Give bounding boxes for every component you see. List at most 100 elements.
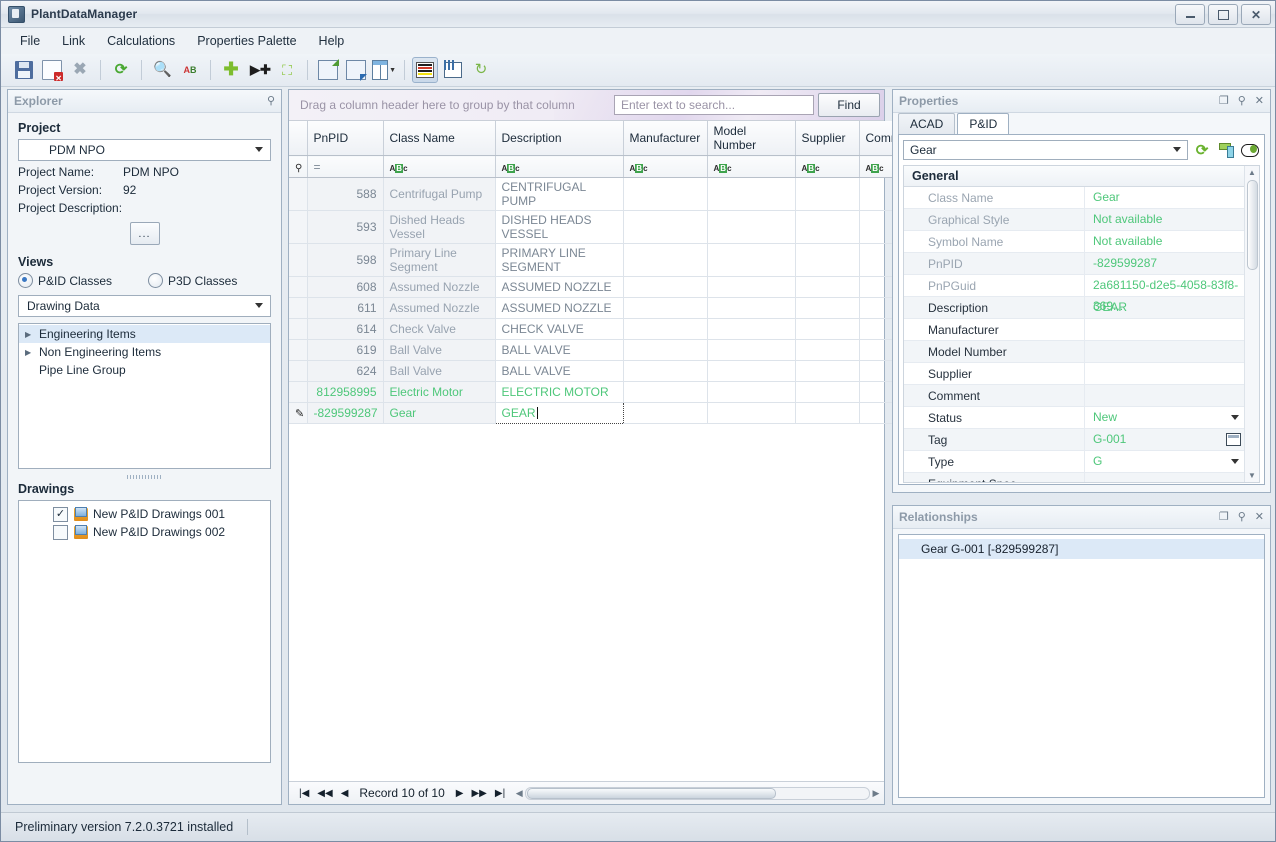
- cell-supplier[interactable]: [795, 402, 860, 424]
- column-header-description[interactable]: Description: [495, 121, 624, 156]
- table-row[interactable]: 593 Dished Heads Vessel DISHED HEADS VES…: [289, 210, 905, 244]
- import-properties-button[interactable]: [1216, 140, 1236, 160]
- minimize-button[interactable]: [1175, 4, 1205, 25]
- project-description-ellipsis-button[interactable]: ...: [129, 222, 160, 245]
- history-button[interactable]: ↻: [468, 57, 494, 83]
- restore-icon[interactable]: ❐: [1219, 511, 1229, 523]
- filter-manufacturer[interactable]: ABc: [623, 155, 708, 178]
- horizontal-scrollbar[interactable]: ◀ ▶: [513, 786, 882, 801]
- table-row[interactable]: ✎ -829599287 Gear GEAR: [289, 402, 905, 424]
- cell-supplier[interactable]: [795, 360, 860, 382]
- table-row[interactable]: 598 Primary Line Segment PRIMARY LINE SE…: [289, 243, 905, 277]
- last-record-button[interactable]: ▶|: [495, 788, 505, 799]
- property-row-comment[interactable]: Comment: [904, 385, 1259, 407]
- cell-description[interactable]: BALL VALVE: [495, 339, 624, 361]
- project-combo[interactable]: PDM NPO: [18, 139, 271, 161]
- property-row-model-number[interactable]: Model Number: [904, 341, 1259, 363]
- cell-pnpid[interactable]: 614: [307, 318, 384, 340]
- property-value[interactable]: 2a681150-d2e5-4058-83f8-369...: [1084, 275, 1259, 313]
- add-button[interactable]: ✚: [218, 57, 244, 83]
- cell-manufacturer[interactable]: [623, 318, 708, 340]
- cancel-button[interactable]: ✖: [67, 57, 93, 83]
- cell-manufacturer[interactable]: [623, 210, 708, 244]
- drawing-checkbox[interactable]: ✓: [53, 506, 68, 522]
- filter-pnpid[interactable]: =: [307, 155, 384, 178]
- menu-link[interactable]: Link: [51, 30, 96, 52]
- cell-class-name[interactable]: Dished Heads Vessel: [383, 210, 496, 244]
- property-value[interactable]: -829599287: [1084, 253, 1259, 274]
- cell-model-number[interactable]: [707, 381, 796, 403]
- cell-class-name[interactable]: Ball Valve: [383, 339, 496, 361]
- close-icon[interactable]: ✕: [1255, 511, 1264, 523]
- tree-item-non-engineering-items[interactable]: ▶ Non Engineering Items: [19, 343, 270, 361]
- scroll-left-arrow-icon[interactable]: ◀: [513, 788, 525, 799]
- cell-class-name[interactable]: Centrifugal Pump: [383, 177, 496, 211]
- class-combo[interactable]: Gear: [903, 140, 1188, 160]
- property-value-status[interactable]: New: [1084, 407, 1259, 428]
- radio-p3d-classes[interactable]: P3D Classes: [148, 273, 237, 288]
- cell-supplier[interactable]: [795, 177, 860, 211]
- save-button[interactable]: [11, 57, 37, 83]
- menu-file[interactable]: File: [9, 30, 51, 52]
- next-page-button[interactable]: ▶▶: [471, 788, 486, 799]
- scroll-thumb[interactable]: [527, 787, 776, 799]
- first-record-button[interactable]: |◀: [299, 788, 309, 799]
- property-value[interactable]: [1084, 473, 1259, 482]
- cell-supplier[interactable]: [795, 276, 860, 298]
- filter-icon[interactable]: ⚲: [295, 163, 302, 174]
- next-record-button[interactable]: ▶: [456, 788, 464, 799]
- cell-model-number[interactable]: [707, 318, 796, 340]
- cell-supplier[interactable]: [795, 297, 860, 319]
- property-row-description[interactable]: Description GEAR: [904, 297, 1259, 319]
- property-row-equipment-spec[interactable]: Equipment Spec: [904, 473, 1259, 482]
- cell-class-name[interactable]: Primary Line Segment: [383, 243, 496, 277]
- property-value[interactable]: [1084, 319, 1259, 340]
- refresh-properties-button[interactable]: ⟳: [1192, 140, 1212, 160]
- tree-item-pipe-line-group[interactable]: Pipe Line Group: [19, 361, 270, 379]
- scroll-right-arrow-icon[interactable]: ▶: [870, 788, 882, 799]
- property-row-manufacturer[interactable]: Manufacturer: [904, 319, 1259, 341]
- cell-supplier[interactable]: [795, 318, 860, 340]
- scroll-down-arrow-icon[interactable]: ▼: [1245, 469, 1259, 482]
- cell-description[interactable]: BALL VALVE: [495, 360, 624, 382]
- cell-manufacturer[interactable]: [623, 381, 708, 403]
- scatter-button[interactable]: ⛶: [274, 57, 300, 83]
- table-layout-button[interactable]: ▼: [371, 57, 397, 83]
- prev-page-button[interactable]: ◀◀: [317, 788, 332, 799]
- maximize-button[interactable]: [1208, 4, 1238, 25]
- cell-pnpid[interactable]: 619: [307, 339, 384, 361]
- column-header-class-name[interactable]: Class Name: [383, 121, 496, 156]
- column-header-manufacturer[interactable]: Manufacturer: [623, 121, 708, 156]
- chevron-down-icon[interactable]: [1231, 415, 1239, 420]
- cell-class-name[interactable]: Gear: [383, 402, 496, 424]
- scroll-up-arrow-icon[interactable]: ▲: [1245, 166, 1259, 179]
- cell-class-name[interactable]: Electric Motor: [383, 381, 496, 403]
- refresh-button[interactable]: ⟳: [108, 57, 134, 83]
- group-by-dropzone[interactable]: Drag a column header here to group by th…: [293, 98, 614, 112]
- menu-properties-palette[interactable]: Properties Palette: [186, 30, 307, 52]
- cell-supplier[interactable]: [795, 339, 860, 361]
- column-header-pnpid[interactable]: PnPID: [307, 121, 384, 156]
- cell-description[interactable]: CHECK VALVE: [495, 318, 624, 340]
- cell-class-name[interactable]: Assumed Nozzle: [383, 276, 496, 298]
- property-value-type[interactable]: G: [1084, 451, 1259, 472]
- cell-description[interactable]: ASSUMED NOZZLE: [495, 276, 624, 298]
- property-value[interactable]: [1084, 341, 1259, 362]
- find-button[interactable]: Find: [818, 93, 880, 117]
- expand-arrow-icon[interactable]: ▶: [25, 348, 39, 357]
- cell-description[interactable]: PRIMARY LINE SEGMENT: [495, 243, 624, 277]
- column-header-supplier[interactable]: Supplier: [795, 121, 860, 156]
- cell-pnpid[interactable]: 598: [307, 243, 384, 277]
- table-row[interactable]: 608 Assumed Nozzle ASSUMED NOZZLE: [289, 276, 905, 298]
- cell-description[interactable]: ASSUMED NOZZLE: [495, 297, 624, 319]
- property-value-tag[interactable]: G-001: [1084, 429, 1259, 450]
- cell-class-name[interactable]: Ball Valve: [383, 360, 496, 382]
- cell-pnpid[interactable]: 608: [307, 276, 384, 298]
- pin-icon[interactable]: ⚲: [1238, 511, 1246, 523]
- cell-supplier[interactable]: [795, 210, 860, 244]
- properties-vertical-scrollbar[interactable]: ▲ ▼: [1244, 166, 1259, 482]
- property-row-graphical-style[interactable]: Graphical Style Not available: [904, 209, 1259, 231]
- cell-model-number[interactable]: [707, 360, 796, 382]
- expand-arrow-icon[interactable]: ▶: [25, 330, 39, 339]
- cell-manufacturer[interactable]: [623, 177, 708, 211]
